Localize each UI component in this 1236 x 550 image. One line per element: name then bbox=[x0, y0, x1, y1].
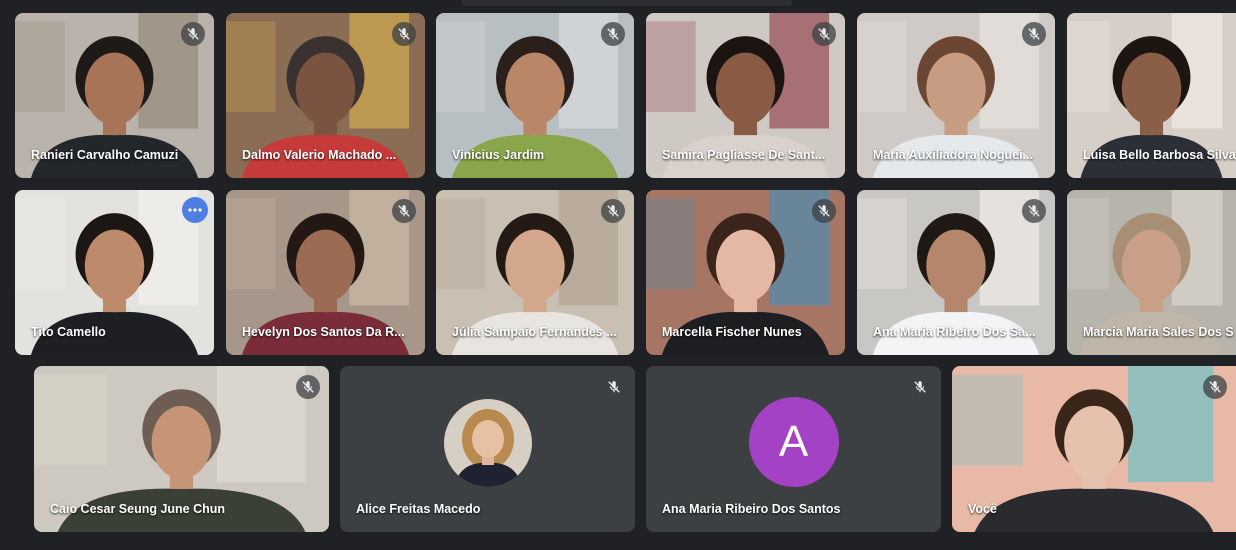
mic-off-icon bbox=[1022, 199, 1046, 223]
participant-name: Ana Maria Ribeiro Dos Santos bbox=[662, 502, 841, 516]
more-options-icon[interactable] bbox=[182, 197, 208, 223]
participant-tile[interactable]: Dalmo Valerio Machado ... bbox=[226, 13, 425, 178]
participant-tile[interactable]: Ranieri Carvalho Camuzi bbox=[15, 13, 214, 178]
participant-tile[interactable]: Júlia Sampaio Fernandes ... bbox=[436, 190, 634, 355]
participant-name: Você bbox=[968, 502, 997, 516]
participant-tile-active[interactable]: Tito Camello bbox=[15, 190, 214, 355]
participant-avatar-letter: A bbox=[748, 397, 839, 487]
top-presentation-strip bbox=[462, 0, 792, 6]
participant-tile[interactable]: A Ana Maria Ribeiro Dos Santos bbox=[646, 366, 941, 532]
mic-off-icon bbox=[181, 22, 205, 46]
participant-name: Tito Camello bbox=[31, 325, 106, 339]
mic-off-icon bbox=[601, 199, 625, 223]
participant-tile[interactable]: Maria Auxiliadora Noguei... bbox=[857, 13, 1055, 178]
participant-name: Marcella Fischer Nunes bbox=[662, 325, 802, 339]
participant-name: Caio Cesar Seung June Chun bbox=[50, 502, 226, 516]
participant-tile[interactable]: Vinicius Jardim bbox=[436, 13, 634, 178]
participant-name: Luisa Bello Barbosa Silva bbox=[1083, 148, 1236, 162]
mic-off-icon bbox=[392, 199, 416, 223]
participant-name: Samira Pagliasse De Sant... bbox=[662, 148, 826, 162]
mic-off-icon bbox=[1203, 375, 1227, 399]
mic-off-icon bbox=[392, 22, 416, 46]
participant-name: Hevelyn Dos Santos Da R... bbox=[242, 325, 405, 339]
participant-name: Júlia Sampaio Fernandes ... bbox=[452, 325, 617, 339]
participant-tile[interactable]: Luisa Bello Barbosa Silva bbox=[1067, 13, 1236, 178]
participant-name: Marcia Maria Sales Dos S bbox=[1083, 325, 1234, 339]
participant-name: Dalmo Valerio Machado ... bbox=[242, 148, 397, 162]
participant-tile[interactable]: Marcia Maria Sales Dos S bbox=[1067, 190, 1236, 355]
participant-name: Ranieri Carvalho Camuzi bbox=[31, 148, 179, 162]
participant-name: Ana Maria Ribeiro Dos Sa... bbox=[873, 325, 1036, 339]
participant-tile[interactable]: Samira Pagliasse De Sant... bbox=[646, 13, 845, 178]
mic-off-icon bbox=[1022, 22, 1046, 46]
participant-tile[interactable]: Caio Cesar Seung June Chun bbox=[34, 366, 329, 532]
participant-name: Vinicius Jardim bbox=[452, 148, 545, 162]
mic-off-icon bbox=[601, 22, 625, 46]
mic-off-icon bbox=[296, 375, 320, 399]
participant-tile[interactable]: Ana Maria Ribeiro Dos Sa... bbox=[857, 190, 1055, 355]
mic-off-icon bbox=[812, 199, 836, 223]
mic-off-icon bbox=[908, 375, 932, 399]
participant-tile-self[interactable]: Você bbox=[952, 366, 1236, 532]
participant-tile[interactable]: Marcella Fischer Nunes bbox=[646, 190, 845, 355]
participant-avatar-photo bbox=[443, 399, 532, 487]
participant-tile[interactable]: Hevelyn Dos Santos Da R... bbox=[226, 190, 425, 355]
mic-off-icon bbox=[602, 375, 626, 399]
participant-name: Maria Auxiliadora Noguei... bbox=[873, 148, 1033, 162]
participant-tile[interactable]: Alice Freitas Macedo bbox=[340, 366, 635, 532]
mic-off-icon bbox=[812, 22, 836, 46]
participant-name: Alice Freitas Macedo bbox=[356, 502, 481, 516]
